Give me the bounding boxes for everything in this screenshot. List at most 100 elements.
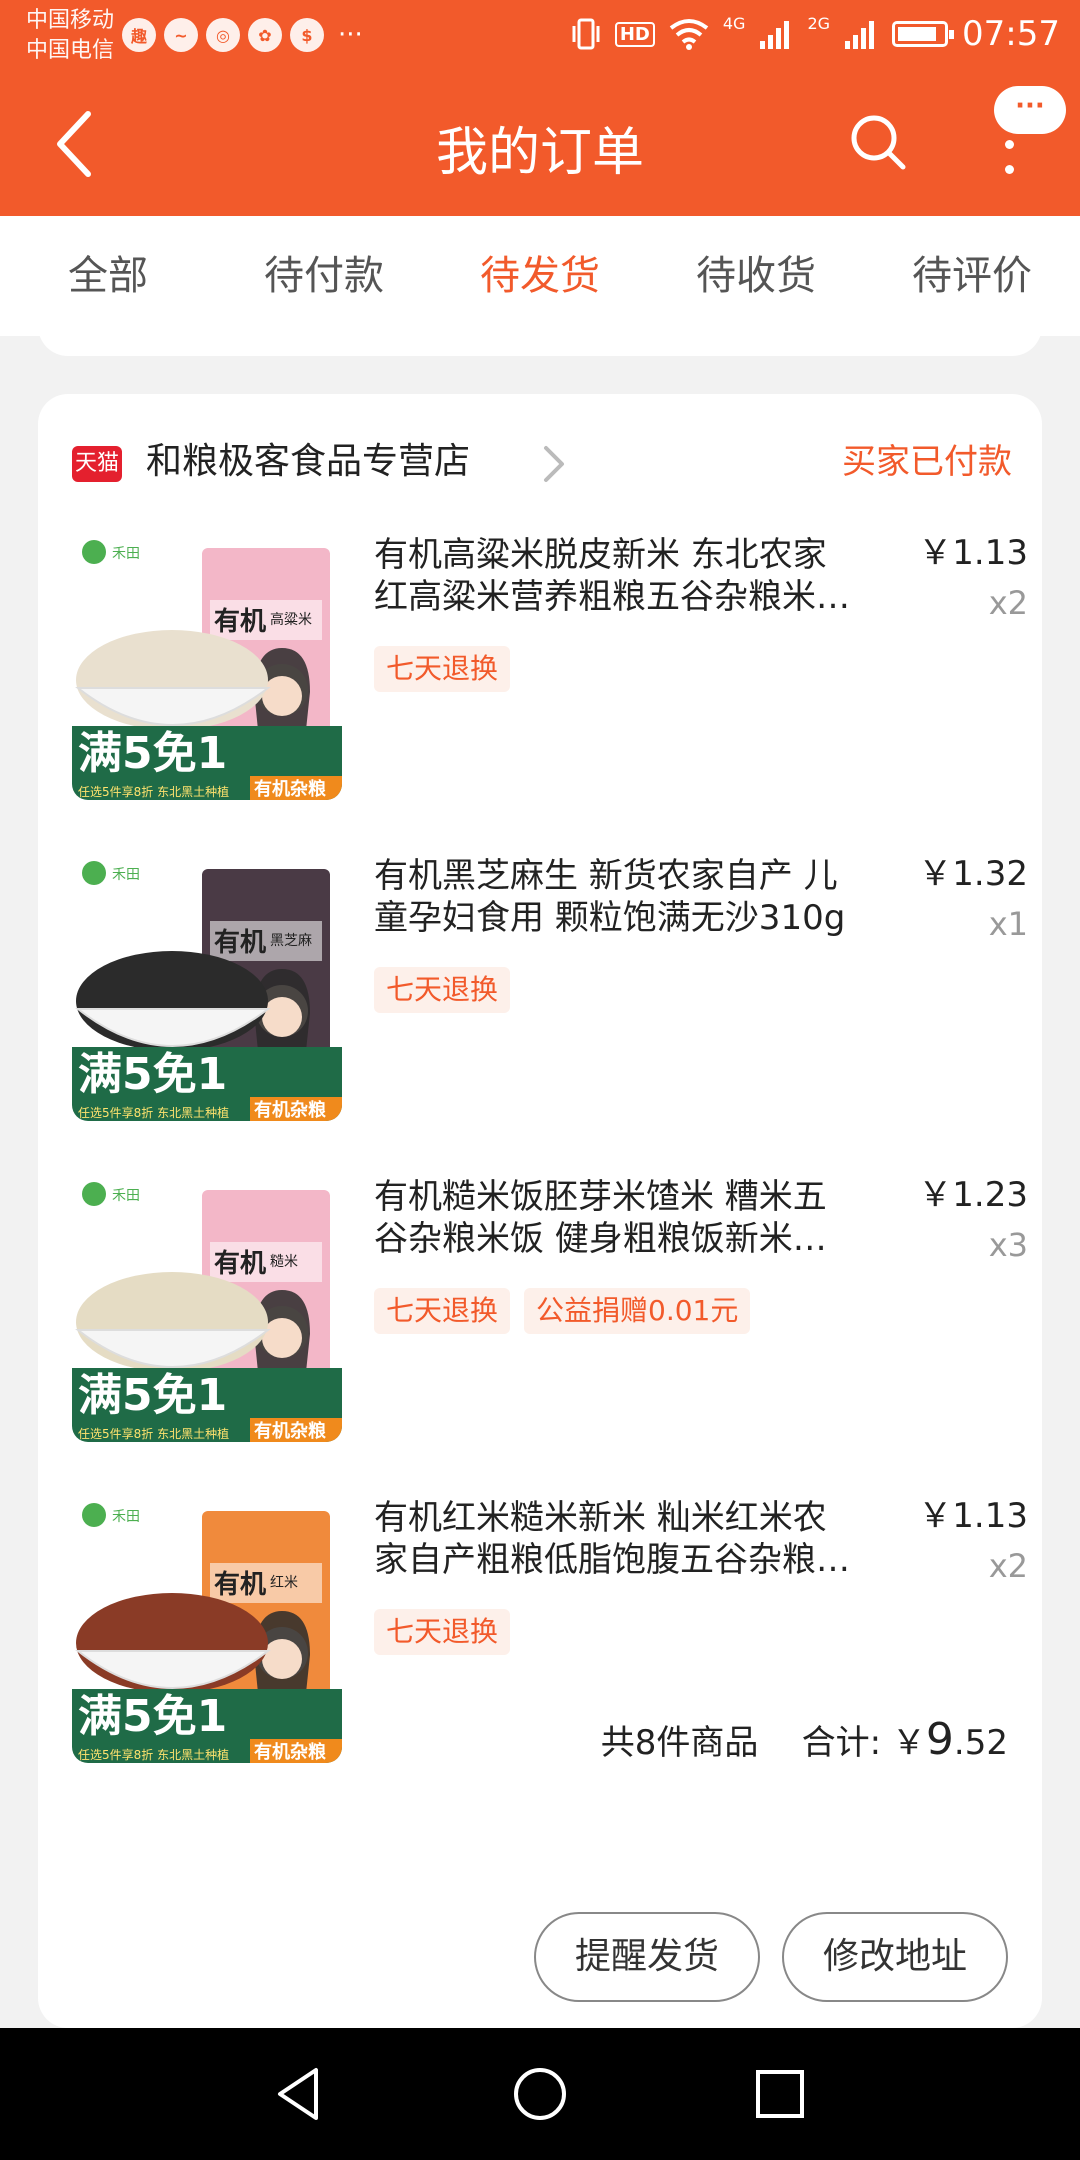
charity-donation-tag: 公益捐赠0.01元	[524, 1288, 751, 1334]
app-notification-icon: $	[290, 18, 324, 52]
carrier-2: 中国电信	[26, 38, 115, 63]
corner-badge-text: 有机杂粮	[254, 778, 326, 800]
brand-logo-icon	[82, 861, 106, 885]
product-quantity: x1	[988, 905, 1028, 943]
product-thumbnail[interactable]: 禾田 有机 红米 满5免1 任选5件享8折 东北黑土种植 有机杂粮	[72, 1493, 342, 1763]
hd-badge: HD	[614, 21, 655, 47]
product-tags: 七天退换	[374, 1609, 854, 1655]
nav-home-icon[interactable]	[510, 2064, 570, 2124]
kebab-icon	[1004, 140, 1014, 174]
cartoon-face-front	[262, 997, 302, 1037]
return-policy-tag: 七天退换	[374, 1609, 511, 1655]
product-thumbnail[interactable]: 禾田 有机 高粱米 满5免1 任选5件享8折 东北黑土种植 有机杂粮	[72, 530, 342, 800]
order-item[interactable]: 禾田 有机 糙米 满5免1 任选5件享8折 东北黑土种植 有机杂粮 有机糙米饭胚芽米馇米 …	[72, 1172, 1032, 1456]
product-name[interactable]: 有机高粱米脱皮新米 东北农家红高粱米营养粗粮五谷杂粮米…	[374, 534, 854, 618]
order-status: 买家已付款	[842, 442, 1012, 482]
more-notifications-icon: ···	[338, 20, 363, 50]
product-name[interactable]: 有机红米糙米新米 籼米红米农家自产粗粮低脂饱腹五谷杂粮…	[374, 1497, 854, 1581]
app-notification-icon: ~	[164, 18, 198, 52]
box-kind-text: 高粱米	[270, 611, 312, 628]
signal-icon-2	[845, 21, 875, 49]
promo-subtext: 任选5件享8折 东北黑土种植	[78, 1747, 229, 1762]
cartoon-face-front	[262, 1318, 302, 1358]
battery-icon	[892, 21, 955, 47]
product-thumbnail[interactable]: 禾田 有机 糙米 满5免1 任选5件享8折 东北黑土种植 有机杂粮	[72, 1172, 342, 1442]
remind-shipment-button[interactable]: 提醒发货	[534, 1912, 760, 2002]
product-price: ￥1.13	[918, 533, 1028, 573]
clock: 07:57	[962, 14, 1060, 54]
box-label-text: 有机	[214, 1570, 266, 1600]
chevron-right-icon[interactable]	[538, 444, 568, 484]
total-label: 合计: ￥	[801, 1723, 926, 1763]
brand-logo-text: 禾田	[112, 546, 140, 562]
product-name[interactable]: 有机黑芝麻生 新货农家自产 儿童孕妇食用 颗粒饱满无沙310g	[374, 855, 854, 939]
promo-subtext: 任选5件享8折 东北黑土种植	[78, 1426, 229, 1441]
change-address-button[interactable]: 修改地址	[782, 1912, 1008, 2002]
search-icon[interactable]	[848, 112, 908, 172]
return-policy-tag: 七天退换	[374, 967, 511, 1013]
promo-text: 满5免1	[78, 1049, 227, 1100]
status-bar: 中国移动 中国电信 趣 ~ ◎ ✿ $ ··· HD 4G 2G 07:57	[0, 0, 1080, 70]
product-tags: 七天退换	[374, 646, 854, 692]
promo-subtext: 任选5件享8折 东北黑土种植	[78, 1105, 229, 1120]
shop-name[interactable]: 和粮极客食品专营店	[146, 430, 470, 494]
app-notification-icon: 趣	[122, 18, 156, 52]
order-card[interactable]: 天猫 和粮极客食品专营店 买家已付款 禾田 有机 高粱米 满5免1 任选5件享8折 东北…	[38, 394, 1042, 2028]
network-2g: 2G	[807, 14, 831, 33]
product-tags: 七天退换 公益捐赠0.01元	[374, 1288, 854, 1334]
return-policy-tag: 七天退换	[374, 1288, 511, 1334]
carrier-info: 中国移动 中国电信	[26, 6, 114, 66]
box-label-text: 有机	[214, 607, 266, 637]
product-image: 禾田有机 黑芝麻满5免1 任选5件享8折 东北黑土种植 有机杂粮	[72, 851, 342, 1121]
total-integer: 9	[925, 1714, 954, 1765]
notification-icons: 趣 ~ ◎ ✿ $ ···	[122, 18, 363, 52]
return-policy-tag: 七天退换	[374, 646, 511, 692]
top-bar: 中国移动 中国电信 趣 ~ ◎ ✿ $ ··· HD 4G 2G 07:57 我…	[0, 0, 1080, 216]
promo-text: 满5免1	[78, 1370, 227, 1421]
network-4g: 4G	[722, 14, 746, 33]
product-image: 禾田有机 红米满5免1 任选5件享8折 东北黑土种植 有机杂粮	[72, 1493, 342, 1763]
app-notification-icon: ◎	[206, 18, 240, 52]
order-item[interactable]: 禾田 有机 高粱米 满5免1 任选5件享8折 东北黑土种植 有机杂粮 有机高粱米脱皮新米 …	[72, 530, 1032, 814]
promo-text: 满5免1	[78, 1691, 227, 1742]
corner-badge-text: 有机杂粮	[254, 1420, 326, 1442]
cartoon-face-front	[262, 676, 302, 716]
product-price: ￥1.32	[918, 854, 1028, 894]
shop-row[interactable]: 天猫 和粮极客食品专营店 买家已付款	[72, 430, 1012, 494]
product-name[interactable]: 有机糙米饭胚芽米馇米 糟米五谷杂粮米饭 健身粗粮饭新米…	[374, 1176, 854, 1260]
order-summary: 共8件商品 合计: ￥9.52	[601, 1708, 1008, 1775]
status-right: HD 4G 2G 07:57	[571, 14, 1060, 54]
product-image: 禾田有机 高粱米满5免1 任选5件享8折 东北黑土种植 有机杂粮	[72, 530, 342, 800]
corner-badge-text: 有机杂粮	[254, 1741, 326, 1763]
box-kind-text: 糙米	[270, 1254, 298, 1270]
brand-logo-text: 禾田	[112, 1509, 140, 1525]
product-info: 有机红米糙米新米 籼米红米农家自产粗粮低脂饱腹五谷杂粮… 七天退换	[374, 1497, 854, 1655]
item-count: 共8件商品	[600, 1723, 759, 1763]
product-info: 有机黑芝麻生 新货农家自产 儿童孕妇食用 颗粒饱满无沙310g 七天退换	[374, 855, 854, 1013]
cartoon-face-front	[262, 1639, 302, 1679]
product-quantity: x2	[988, 584, 1028, 622]
nav-recents-icon[interactable]	[750, 2064, 810, 2124]
product-image: 禾田有机 糙米满5免1 任选5件享8折 东北黑土种植 有机杂粮	[72, 1172, 342, 1442]
order-item[interactable]: 禾田 有机 黑芝麻 满5免1 任选5件享8折 东北黑土种植 有机杂粮 有机黑芝麻生 新货农…	[72, 851, 1032, 1135]
message-bubble-icon: ···	[994, 86, 1066, 134]
system-navigation-bar	[0, 2028, 1080, 2160]
carrier-1: 中国移动	[26, 8, 115, 33]
brand-logo-icon	[82, 1182, 106, 1206]
signal-icon	[760, 21, 790, 49]
previous-order-card-edge	[38, 316, 1042, 356]
product-quantity: x3	[988, 1226, 1028, 1264]
app-header: 我的订单 ···	[0, 70, 1080, 216]
order-actions: 提醒发货 修改地址	[534, 1912, 1008, 2002]
brand-logo-icon	[82, 540, 106, 564]
product-info: 有机糙米饭胚芽米馇米 糟米五谷杂粮米饭 健身粗粮饭新米… 七天退换 公益捐赠0.…	[374, 1176, 854, 1334]
brand-logo-text: 禾田	[112, 1188, 140, 1204]
app-notification-icon: ✿	[248, 18, 282, 52]
nav-back-icon[interactable]	[270, 2064, 330, 2124]
more-menu-button[interactable]: ···	[982, 86, 1072, 176]
corner-badge-text: 有机杂粮	[254, 1099, 326, 1121]
page-title: 我的订单	[435, 123, 644, 183]
brand-logo-icon	[82, 1503, 106, 1527]
product-thumbnail[interactable]: 禾田 有机 黑芝麻 满5免1 任选5件享8折 东北黑土种植 有机杂粮	[72, 851, 342, 1121]
wifi-icon	[669, 19, 709, 50]
